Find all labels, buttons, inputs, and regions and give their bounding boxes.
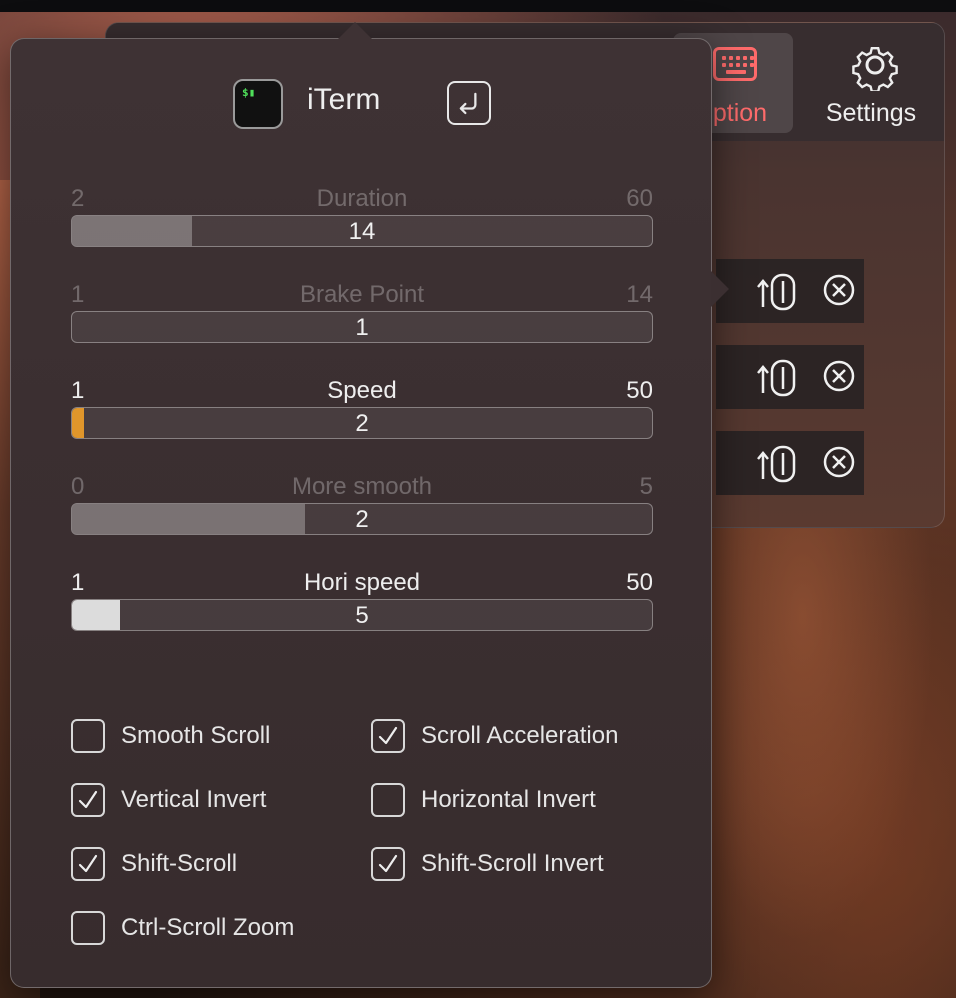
checkmark-icon — [78, 790, 98, 809]
scroll-wheel-icon — [757, 445, 796, 483]
app-settings-popover: $▮ iTerm 2 Duration 60 14 1 Brake Point 14 1 1 Sp… — [10, 22, 729, 988]
slider-value: 5 — [355, 602, 369, 629]
slider-brake-point: 1 Brake Point 14 1 — [71, 281, 653, 361]
slider-duration: 2 Duration 60 14 — [71, 185, 653, 265]
checkbox-box[interactable] — [371, 847, 405, 881]
slider-max-label: 50 — [626, 569, 653, 596]
slider-speed: 1 Speed 50 2 — [71, 377, 653, 457]
popover-arrow — [337, 22, 373, 40]
scroll-wheel-icon — [757, 273, 796, 311]
checkmark-icon — [378, 726, 398, 745]
exception-row[interactable] — [716, 345, 864, 409]
checkbox-vertical-invert[interactable]: Vertical Invert — [71, 783, 371, 819]
checkmark-icon — [78, 854, 98, 873]
slider-title: Speed — [327, 377, 397, 404]
iterm-app-icon: $▮ — [233, 79, 283, 129]
checkbox-shift-scroll-invert[interactable]: Shift-Scroll Invert — [371, 847, 671, 883]
close-circle-icon[interactable] — [822, 359, 856, 393]
slider-track[interactable]: 14 — [71, 215, 653, 247]
checkmark-icon — [378, 854, 398, 873]
desktop-wallpaper-ridge — [700, 520, 956, 998]
slider-track[interactable]: 1 — [71, 311, 653, 343]
tab-settings-label: Settings — [825, 99, 917, 127]
slider-value: 1 — [355, 314, 369, 341]
reset-icon[interactable] — [447, 81, 491, 125]
checkbox-box[interactable] — [371, 783, 405, 817]
checkbox-label: Ctrl-Scroll Zoom — [121, 914, 295, 941]
slider-value: 2 — [355, 410, 369, 437]
slider-value: 2 — [355, 506, 369, 533]
checkbox-label: Vertical Invert — [121, 786, 267, 813]
keyboard-icon — [713, 47, 757, 81]
slider-title: More smooth — [291, 473, 433, 500]
app-name: iTerm — [307, 83, 381, 116]
slider-max-label: 5 — [639, 473, 653, 500]
slider-hori-speed: 1 Hori speed 50 5 — [71, 569, 653, 649]
checkbox-box[interactable] — [71, 783, 105, 817]
slider-value: 14 — [348, 218, 376, 245]
checkbox-label: Horizontal Invert — [421, 786, 596, 813]
terminal-prompt-icon: $▮ — [242, 86, 256, 99]
exception-row[interactable] — [716, 259, 864, 323]
slider-more-smooth: 0 More smooth 5 2 — [71, 473, 653, 553]
checkbox-scroll-acceleration[interactable]: Scroll Acceleration — [371, 719, 671, 755]
slider-track[interactable]: 2 — [71, 503, 653, 535]
slider-max-label: 50 — [626, 377, 653, 404]
slider-title: Duration — [316, 185, 408, 212]
checkbox-box[interactable] — [71, 847, 105, 881]
popover-side-arrow — [711, 271, 729, 307]
slider-track[interactable]: 2 — [71, 407, 653, 439]
checkbox-box[interactable] — [71, 911, 105, 945]
checkbox-smooth-scroll[interactable]: Smooth Scroll — [71, 719, 371, 755]
checkbox-label: Shift-Scroll Invert — [421, 850, 604, 877]
scroll-wheel-icon — [757, 359, 796, 397]
checkbox-label: Shift-Scroll — [121, 850, 238, 877]
slider-max-label: 60 — [626, 185, 653, 212]
close-circle-icon[interactable] — [822, 273, 856, 307]
checkbox-shift-scroll[interactable]: Shift-Scroll — [71, 847, 371, 883]
checkbox-horizontal-invert[interactable]: Horizontal Invert — [371, 783, 671, 819]
slider-max-label: 14 — [626, 281, 653, 308]
checkbox-box[interactable] — [71, 719, 105, 753]
close-circle-icon[interactable] — [822, 445, 856, 479]
slider-track[interactable]: 5 — [71, 599, 653, 631]
tab-settings[interactable]: Settings — [811, 33, 931, 133]
slider-title: Hori speed — [303, 569, 421, 596]
checkbox-ctrl-scroll-zoom[interactable]: Ctrl-Scroll Zoom — [71, 911, 371, 947]
slider-title: Brake Point — [299, 281, 425, 308]
checkbox-box[interactable] — [371, 719, 405, 753]
checkbox-label: Scroll Acceleration — [421, 722, 619, 749]
gear-icon — [852, 47, 898, 91]
exception-row[interactable] — [716, 431, 864, 495]
checkbox-label: Smooth Scroll — [121, 722, 271, 749]
menu-bar — [0, 0, 956, 12]
